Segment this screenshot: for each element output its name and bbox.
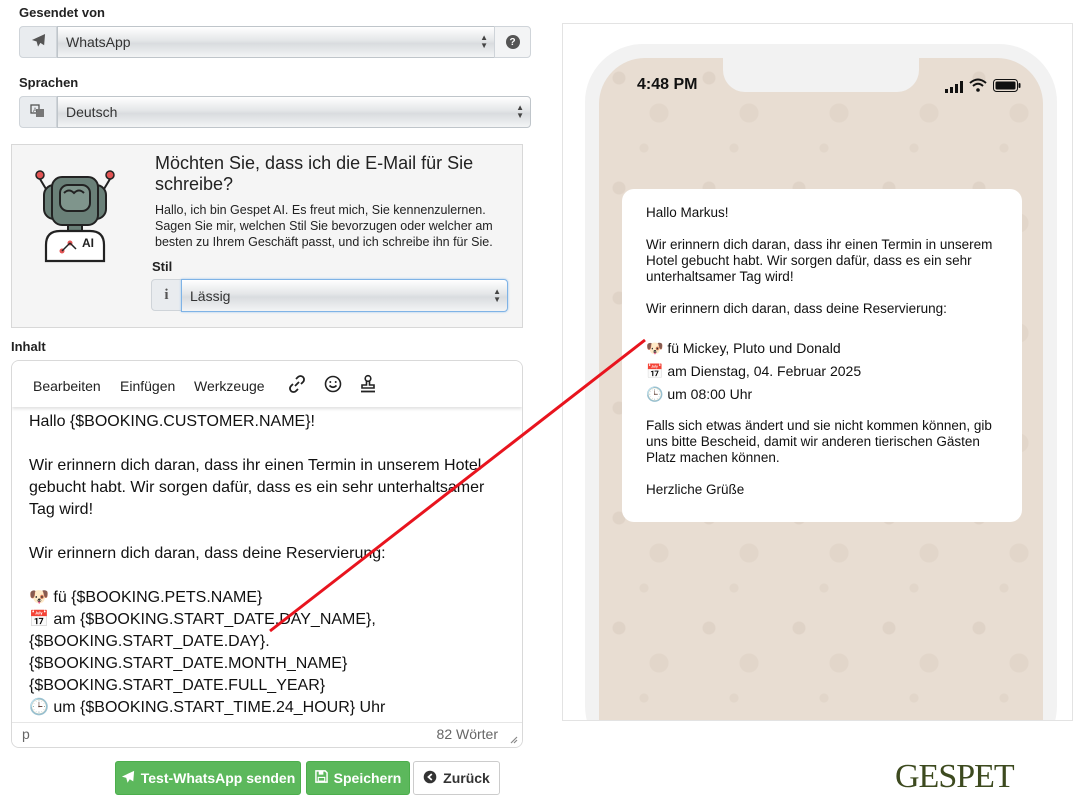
- annotation-arrow-line: [269, 338, 646, 633]
- gespet-logo: GESPET: [895, 758, 1015, 795]
